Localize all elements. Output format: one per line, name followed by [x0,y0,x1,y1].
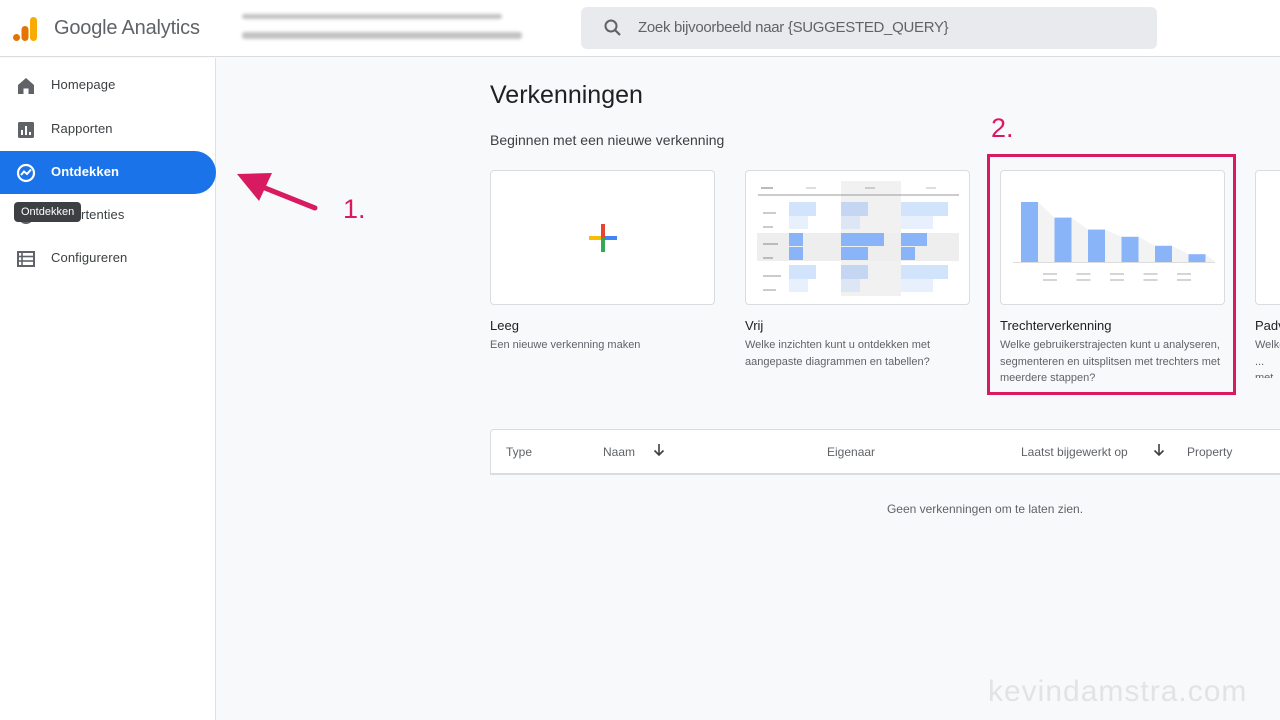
tooltip: Ontdekken [14,202,82,222]
card-description: Welke inzichten kunt u ontdekken met aan… [745,339,931,368]
annotation-highlight-box [987,154,1236,395]
page-title: Verkenningen [490,81,643,109]
column-naam[interactable]: Naam [603,445,635,459]
sidebar-item-rapporten[interactable]: Rapporten [0,108,216,151]
search-icon [604,19,621,36]
annotation-step-2: 2. [991,113,1014,143]
card-title: Vrij [745,318,764,333]
bar-chart-icon [18,122,34,138]
card-title: Leeg [490,318,519,333]
table-preview-icon [757,181,959,296]
top-bar: Google Analytics Zoek bijvoorbeeld naar … [0,0,1280,57]
google-analytics-logo-icon[interactable] [13,15,39,43]
explorations-table-header: Type Naam Eigenaar Laatst bijgewerkt op … [490,429,1280,475]
column-property[interactable]: Property [1187,445,1232,459]
app-title: Google Analytics [54,17,200,39]
sidebar: Homepage Rapporten Ontdekken Advertentie… [0,58,216,720]
page-subtitle: Beginnen met een nieuwe verkenning [490,132,725,148]
sidebar-item-ontdekken[interactable]: Ontdekken [0,151,216,194]
card-free-form[interactable] [745,170,970,305]
card-title: Padverkenning [1255,318,1280,333]
column-laatst-bijgewerkt[interactable]: Laatst bijgewerkt op [1021,445,1128,459]
empty-state-message: Geen verkenningen om te laten zien. [886,502,1084,516]
sidebar-item-configureren[interactable]: Configureren [0,237,216,280]
sidebar-item-label: Ontdekken [51,164,120,179]
card-description: Een nieuwe verkenning maken [490,339,641,351]
empty-state-container: Geen verkenningen om te laten zien. [490,502,1280,516]
list-icon [17,251,35,267]
sidebar-item-label: Homepage [51,77,116,92]
column-type[interactable]: Type [506,445,532,459]
card-blank[interactable] [490,170,715,305]
annotation-step-1: 1. [343,194,366,224]
arrow-down-icon[interactable] [1152,442,1166,458]
home-icon [18,78,34,94]
card-description: Welke ... met s... [1255,339,1280,378]
sidebar-item-label: Rapporten [51,121,113,136]
search-bar[interactable]: Zoek bijvoorbeeld naar {SUGGESTED_QUERY} [581,7,1157,49]
column-eigenaar[interactable]: Eigenaar [827,445,875,459]
watermark: kevindamstra.com [988,675,1248,708]
account-selector-blurred[interactable] [238,8,538,48]
arrow-down-icon[interactable] [652,442,666,458]
search-input[interactable]: Zoek bijvoorbeeld naar {SUGGESTED_QUERY} [638,19,949,36]
explore-icon [16,163,36,183]
card-path-text-clip: Padverkenning Welke ... met s... [1255,318,1280,378]
plus-icon [589,224,617,252]
sidebar-item-homepage[interactable]: Homepage [0,64,216,107]
card-path[interactable] [1255,170,1280,305]
sidebar-item-label: Configureren [51,250,128,265]
annotation-arrow-icon [237,173,318,211]
